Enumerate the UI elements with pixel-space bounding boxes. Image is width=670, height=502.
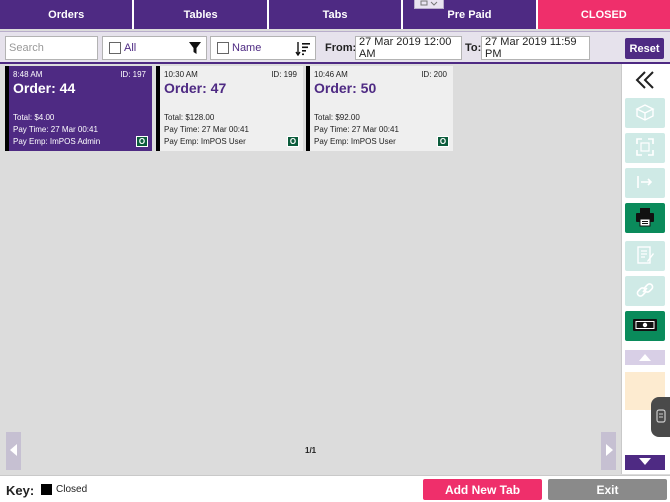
order-total: Total: $4.00 (13, 113, 55, 122)
from-date-field[interactable]: 27 Mar 2019 12:00 AM (355, 36, 462, 60)
split-icon (635, 137, 655, 160)
pull-down-handle[interactable] (414, 0, 444, 9)
cash-payment-button[interactable] (625, 311, 665, 341)
chevron-left-icon (9, 443, 18, 459)
order-type-badge: O (287, 136, 299, 147)
sort-name-label: Name (232, 42, 262, 54)
add-new-tab-button[interactable]: Add New Tab (423, 479, 542, 500)
order-total: Total: $92.00 (314, 113, 360, 122)
cash-icon (632, 317, 658, 336)
tab-bar: Orders Tables Tabs Pre Paid CLOSED (0, 0, 670, 29)
order-type-badge: O (136, 136, 148, 147)
edit-receipt-button[interactable] (625, 241, 665, 271)
collapse-icon (634, 69, 656, 94)
exit-button[interactable]: Exit (548, 479, 667, 500)
order-card-44[interactable]: 8:48 AM ID: 197 Order: 44 Total: $4.00 P… (5, 66, 152, 151)
tab-closed[interactable]: CLOSED (537, 0, 670, 29)
order-id: ID: 197 (120, 70, 146, 79)
scroll-down-icon (639, 457, 651, 469)
order-time: 10:46 AM (314, 70, 348, 79)
order-number: Order: 50 (314, 80, 377, 96)
order-total: Total: $128.00 (164, 113, 215, 122)
order-id: ID: 200 (421, 70, 447, 79)
order-time: 10:30 AM (164, 70, 198, 79)
order-number: Order: 44 (13, 80, 76, 96)
print-button[interactable] (625, 203, 665, 233)
scroll-up-button[interactable] (625, 350, 665, 365)
tab-tabs[interactable]: Tabs (268, 0, 404, 29)
reset-button[interactable]: Reset (625, 38, 664, 59)
closed-key-text: Closed (56, 484, 88, 495)
next-page-button[interactable] (601, 432, 616, 470)
order-pay-emp: Pay Emp: ImPOS User (314, 137, 396, 146)
all-filter-dropdown[interactable]: All (102, 36, 207, 60)
closed-status-bar (156, 66, 160, 151)
tab-orders[interactable]: Orders (0, 0, 135, 29)
open-box-icon (635, 103, 655, 124)
transfer-icon (635, 174, 655, 193)
prev-page-button[interactable] (6, 432, 21, 470)
order-number: Order: 47 (164, 80, 227, 96)
order-card-50[interactable]: 10:46 AM ID: 200 Order: 50 Total: $92.00… (306, 66, 453, 151)
order-pay-time: Pay Time: 27 Mar 00:41 (314, 125, 399, 134)
to-label: To: (465, 42, 482, 54)
order-pay-time: Pay Time: 27 Mar 00:41 (164, 125, 249, 134)
scroll-down-button[interactable] (625, 455, 665, 470)
order-pay-time: Pay Time: 27 Mar 00:41 (13, 125, 98, 134)
all-filter-label: All (124, 42, 137, 54)
open-order-button[interactable] (625, 98, 665, 128)
from-label: From: (325, 42, 357, 54)
order-pay-emp: Pay Emp: ImPOS User (164, 137, 246, 146)
link-icon (635, 280, 655, 303)
scroll-up-icon (639, 352, 651, 364)
closed-status-bar (306, 66, 310, 151)
closed-key-swatch (41, 484, 52, 495)
to-date-field[interactable]: 27 Mar 2019 11:59 PM (481, 36, 590, 60)
tab-tables[interactable]: Tables (134, 0, 269, 29)
closed-status-bar (5, 66, 9, 151)
order-time: 8:48 AM (13, 70, 43, 79)
edit-receipt-icon (635, 245, 655, 268)
collapse-sidebar-button[interactable] (625, 66, 665, 96)
funnel-filter-icon[interactable] (188, 41, 202, 58)
order-card-47[interactable]: 10:30 AM ID: 199 Order: 47 Total: $128.0… (156, 66, 303, 151)
page-indicator: 1/1 (305, 446, 317, 455)
link-order-button[interactable] (625, 276, 665, 306)
bottom-bar: Key: Closed Add New Tab Exit (0, 475, 670, 502)
sort-order-icon[interactable] (295, 41, 311, 59)
side-drawer-handle[interactable] (651, 397, 670, 437)
transfer-order-button[interactable] (625, 168, 665, 198)
split-order-button[interactable] (625, 133, 665, 163)
sort-dropdown[interactable]: Name (210, 36, 316, 60)
filter-bar: All Name From: 27 Mar 2019 12:00 AM To: … (0, 31, 670, 64)
order-type-badge: O (437, 136, 449, 147)
order-pay-emp: Pay Emp: ImPOS Admin (13, 137, 101, 146)
drawer-grip-icon (655, 407, 667, 428)
all-checkbox[interactable] (109, 42, 121, 54)
name-checkbox[interactable] (217, 42, 229, 54)
printer-icon (634, 207, 656, 230)
key-label: Key: (6, 483, 35, 498)
order-id: ID: 199 (271, 70, 297, 79)
drag-grip-icon (419, 0, 439, 8)
search-input[interactable] (5, 36, 98, 60)
chevron-right-icon (605, 443, 613, 459)
